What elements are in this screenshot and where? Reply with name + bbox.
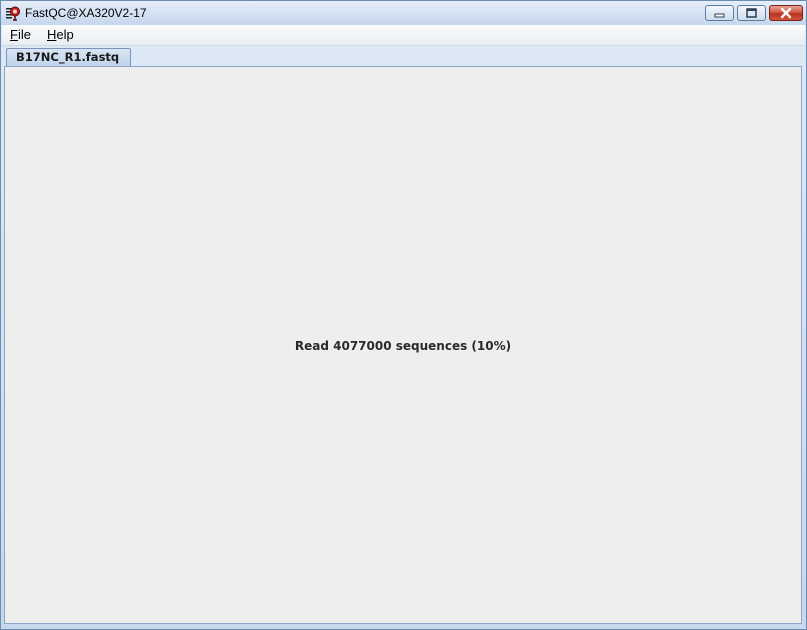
menu-help[interactable]: Help (47, 27, 74, 42)
menu-file-label: ile (17, 27, 31, 42)
minimize-icon (714, 13, 725, 18)
maximize-icon (746, 8, 757, 18)
menu-file-mnemonic: F (10, 27, 18, 42)
tab-label: B17NC_R1.fastq (16, 50, 120, 64)
minimize-button[interactable] (705, 5, 734, 21)
main-panel: Read 4077000 sequences (10%) (4, 66, 802, 624)
progress-status-text: Read 4077000 sequences (10%) (294, 339, 512, 353)
menu-file[interactable]: File (10, 27, 31, 42)
fastqc-app-icon (5, 5, 21, 21)
close-icon (780, 7, 792, 19)
title-bar[interactable]: FastQC@XA320V2-17 (1, 1, 806, 25)
tab-fastq-file[interactable]: B17NC_R1.fastq (6, 48, 131, 66)
maximize-button[interactable] (737, 5, 766, 21)
app-window: FastQC@XA320V2-17 File Help B17NC_R1.fas… (0, 0, 807, 630)
menu-help-label: elp (56, 27, 74, 42)
menu-help-mnemonic: H (47, 27, 57, 42)
menu-bar: File Help (2, 25, 805, 46)
close-button[interactable] (769, 5, 803, 21)
window-title: FastQC@XA320V2-17 (25, 6, 147, 20)
